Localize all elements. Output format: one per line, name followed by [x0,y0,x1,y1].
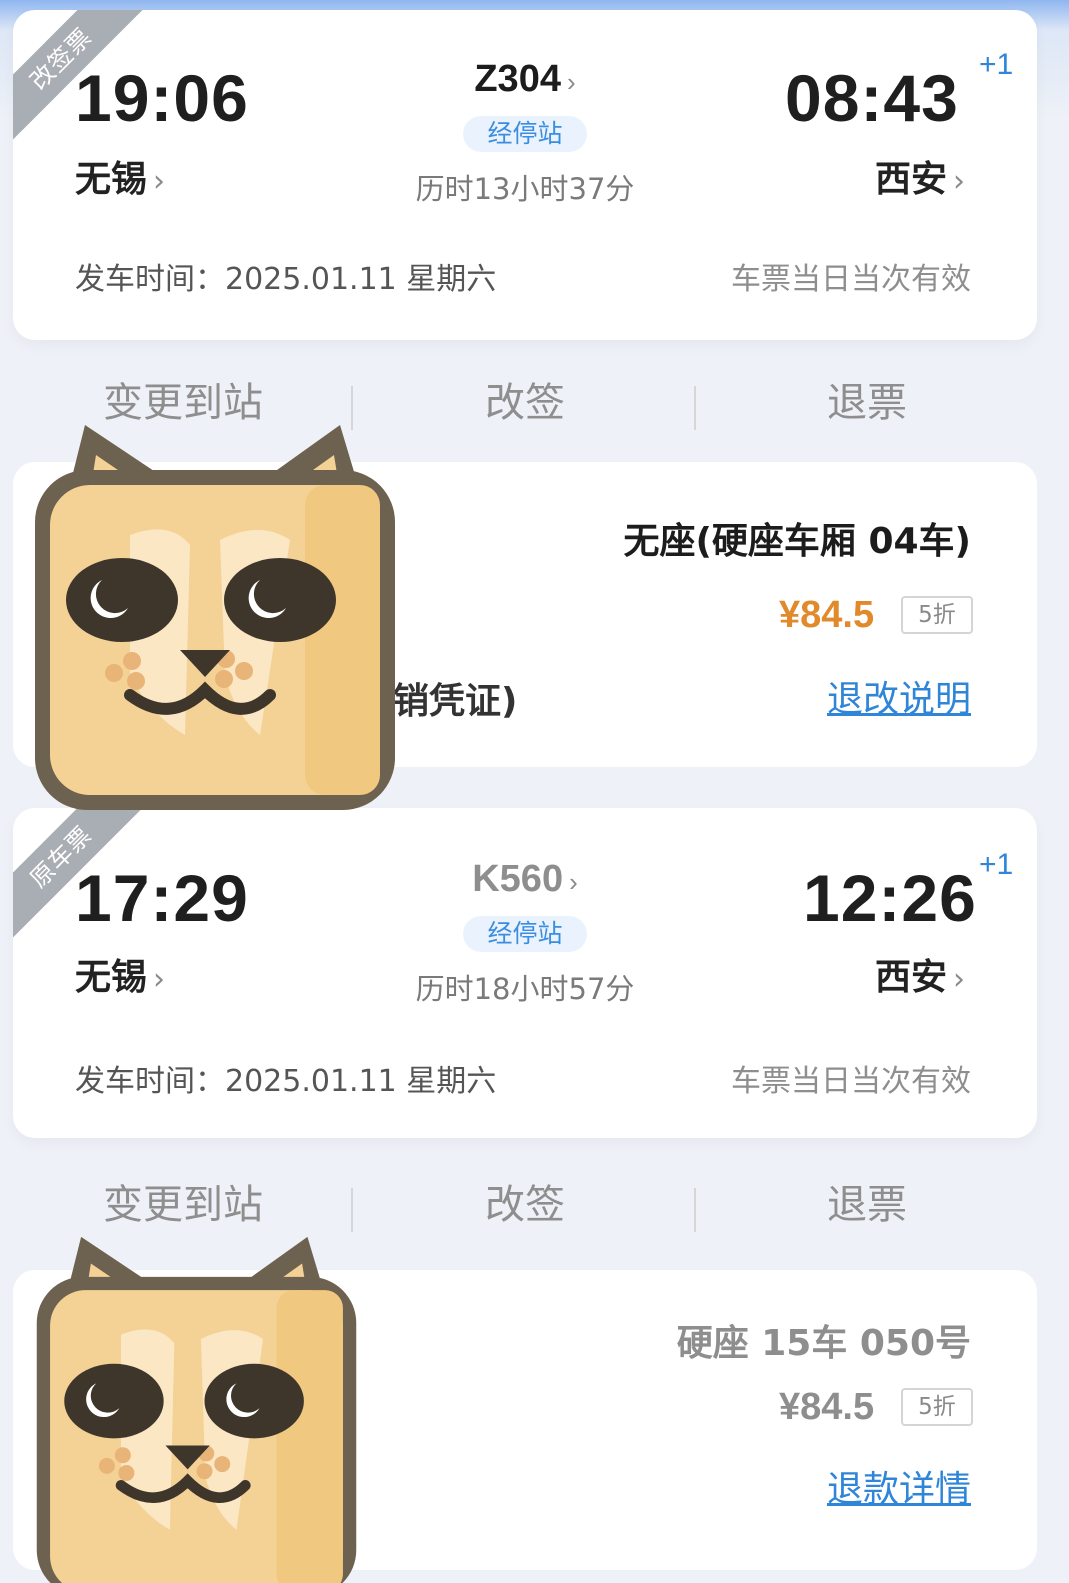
refund-button[interactable]: 退票 [697,368,1037,438]
depart-date: 发车时间：2025.01.11 星期六 [75,262,497,297]
cat-sticker-icon [36,1236,357,1583]
refund-button[interactable]: 退票 [697,1170,1037,1240]
arrive-time: 08:43 [785,61,959,135]
seat-info: 无座(硬座车厢 04车) [623,521,971,562]
depart-time: 19:06 [75,61,249,135]
day-offset: +1 [979,848,1014,881]
from-station[interactable]: 无锡 › [75,150,165,202]
train-number[interactable]: K560 › [405,858,645,901]
voucher-text: 销凭证) [393,681,518,722]
discount-badge: 5折 [901,1388,973,1426]
chevron-right-icon: › [569,867,578,897]
to-station-label: 西安 [875,159,948,200]
discount-badge: 5折 [901,596,973,634]
from-station-label: 无锡 [75,159,148,200]
duration: 历时13小时37分 [415,172,635,206]
day-offset: +1 [979,48,1014,81]
stops-button[interactable]: 经停站 [463,916,587,952]
validity-note: 车票当日当次有效 [731,1064,971,1099]
depart-date: 发车时间：2025.01.11 星期六 [75,1064,497,1099]
train-number-label: Z304 [474,58,561,100]
divider [694,386,696,430]
seat-info: 硬座 15车 050号 [676,1323,971,1364]
reschedule-button[interactable]: 改签 [355,368,695,438]
new-ticket-card: 改签票 19:06 无锡 › Z304 › 经停站 历时13小时37分 08:43 … [13,10,1037,340]
to-station[interactable]: 西安 › [875,948,965,1000]
depart-time: 17:29 [75,861,249,935]
duration: 历时18小时57分 [415,972,635,1006]
chevron-right-icon: › [953,164,966,199]
chevron-right-icon: › [953,962,966,997]
chevron-right-icon: › [566,67,576,97]
refund-rules-link[interactable]: 退改说明 [827,670,971,722]
train-number-label: K560 [472,858,564,900]
refund-details-link[interactable]: 退款详情 [827,1460,971,1512]
price: ¥84.5 [779,594,875,636]
price: ¥84.5 [779,1386,875,1428]
divider [694,1188,696,1232]
cat-sticker-icon [35,425,395,810]
from-station-label: 无锡 [75,957,148,998]
arrive-time: 12:26 [803,861,977,935]
reschedule-button[interactable]: 改签 [355,1170,695,1240]
from-station[interactable]: 无锡 › [75,948,165,1000]
chevron-right-icon: › [153,962,166,997]
to-station[interactable]: 西安 › [875,150,965,202]
to-station-label: 西安 [875,957,948,998]
stops-button[interactable]: 经停站 [463,116,587,152]
divider [351,1188,353,1232]
old-ticket-card: 原车票 17:29 无锡 › K560 › 经停站 历时18小时57分 12:26 … [13,808,1037,1138]
validity-note: 车票当日当次有效 [731,262,971,297]
chevron-right-icon: › [153,164,166,199]
train-number[interactable]: Z304 › [405,58,645,101]
